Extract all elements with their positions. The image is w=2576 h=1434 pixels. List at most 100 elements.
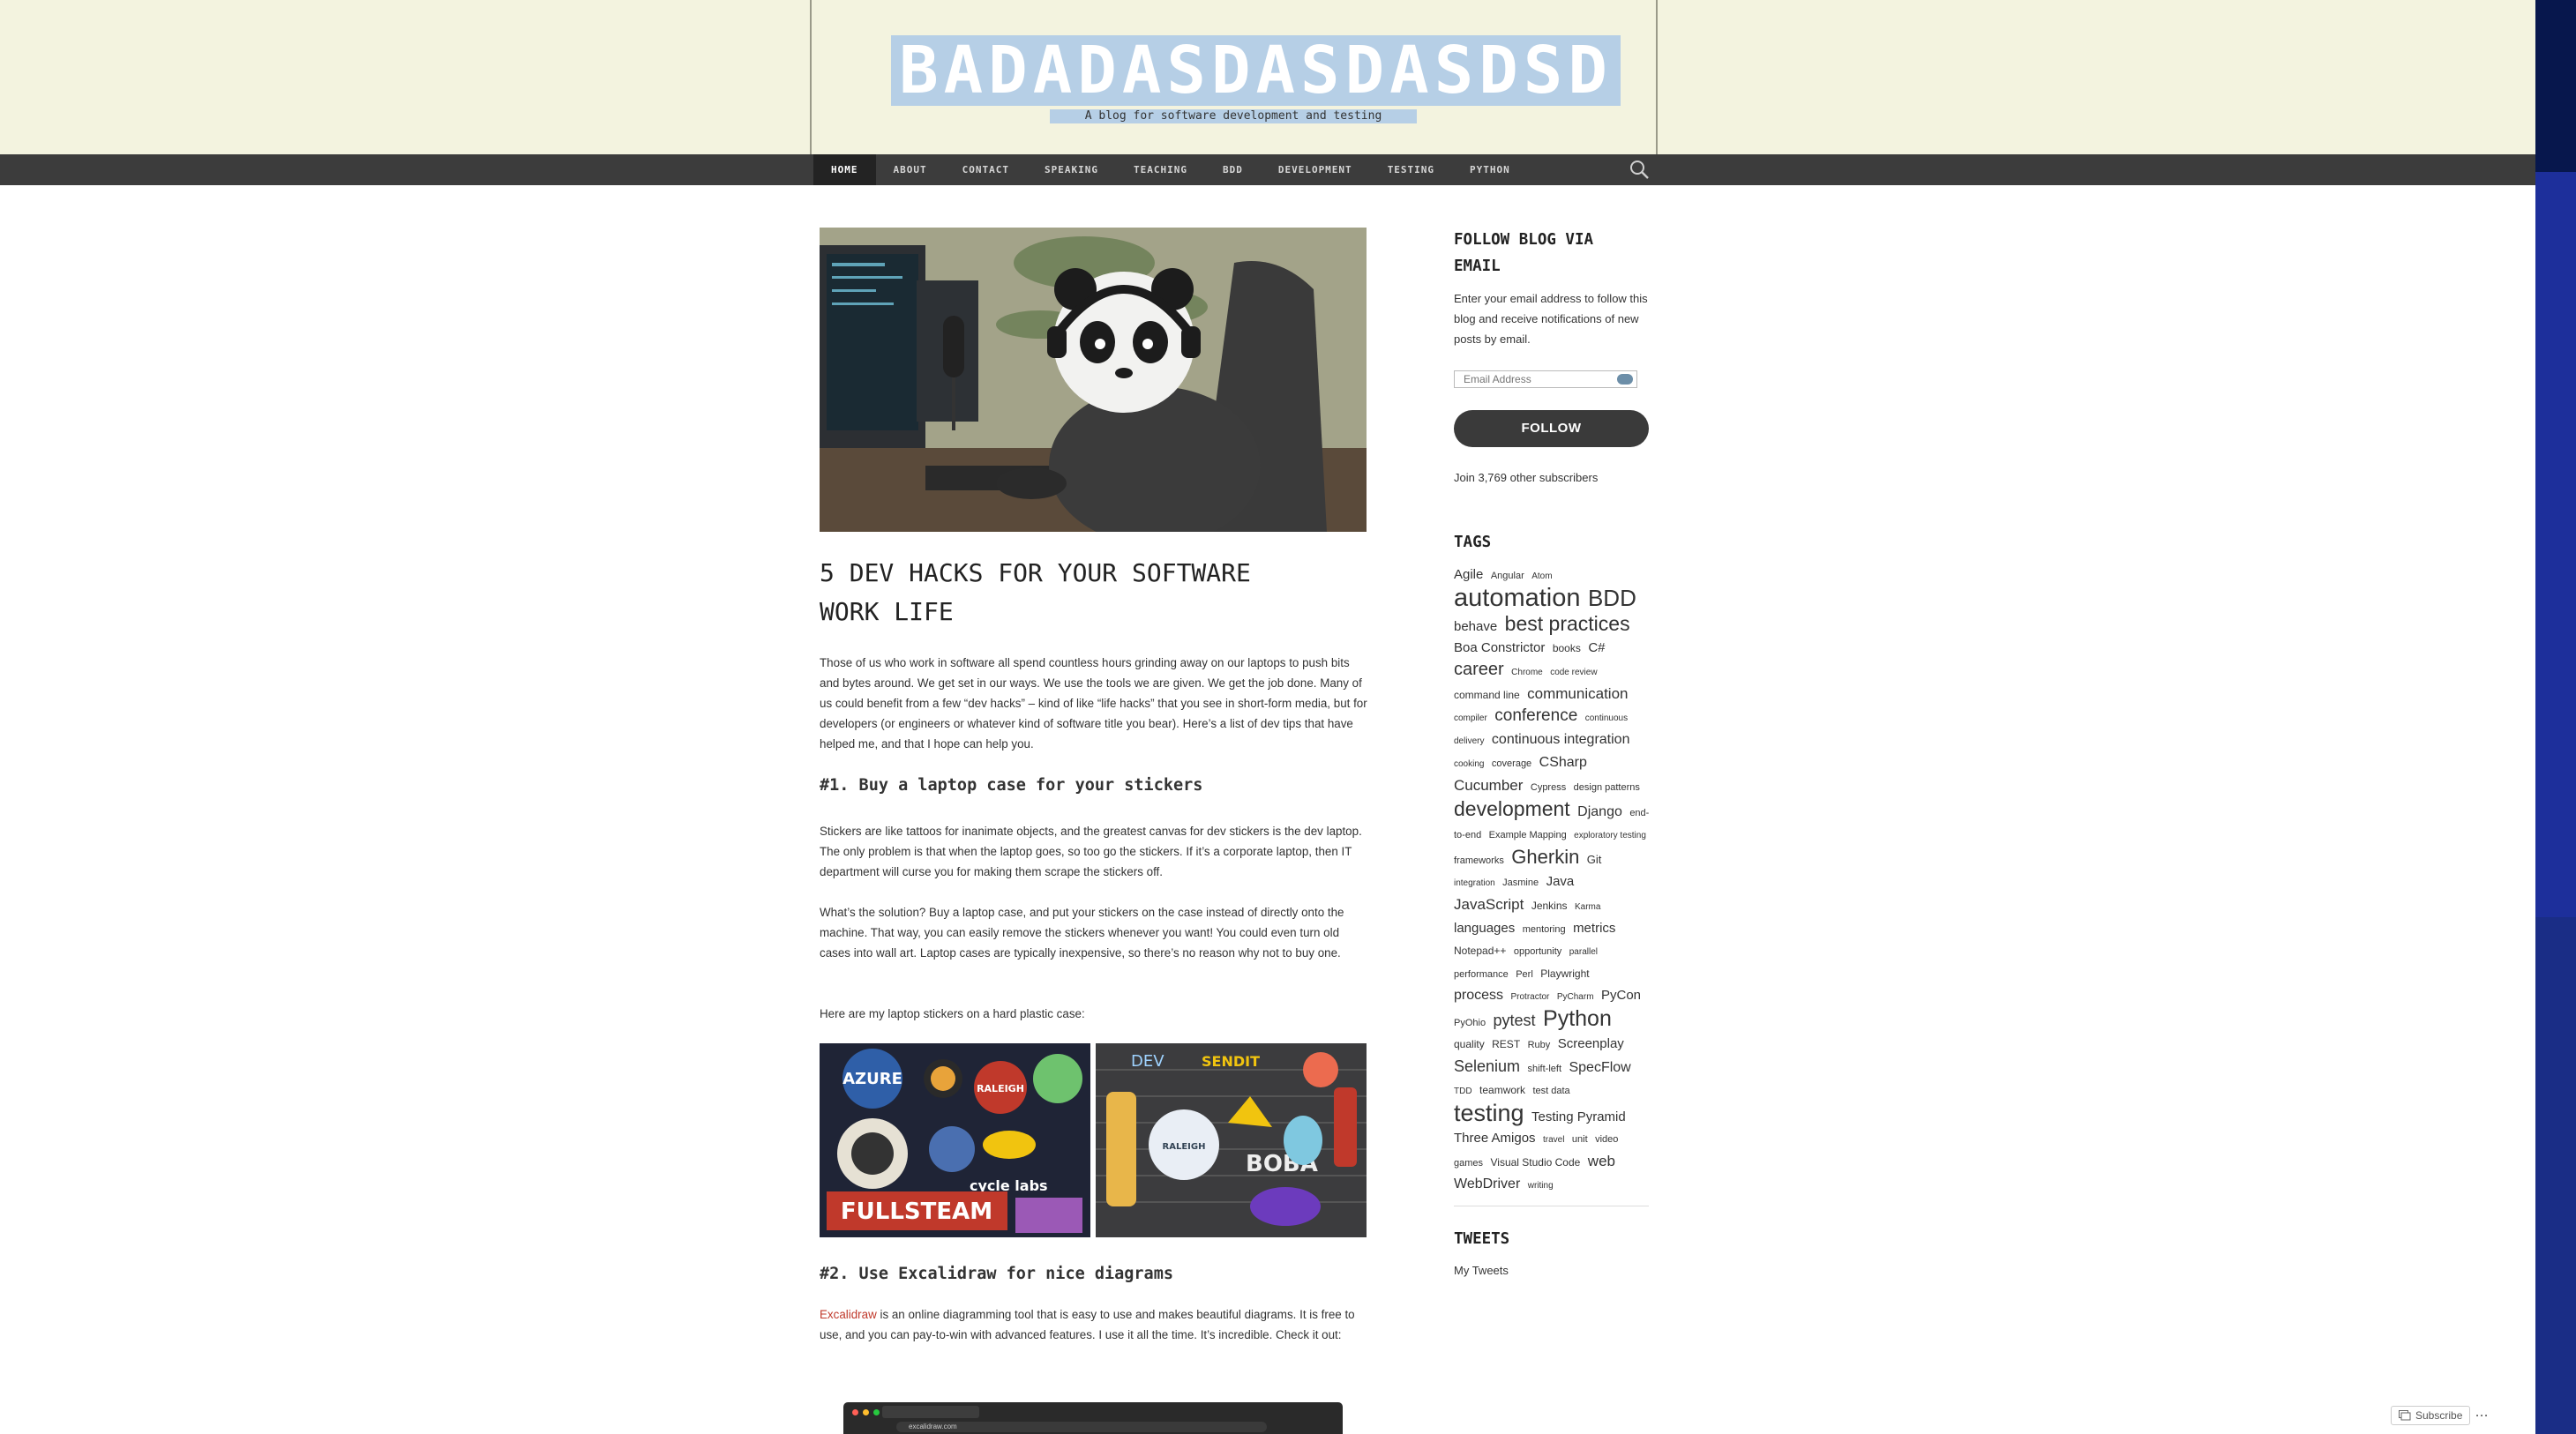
tag-link[interactable]: quality: [1454, 1038, 1485, 1050]
laptop-stickers-image-2[interactable]: DEV SENDIT RALEIGH BOBA: [1096, 1043, 1367, 1237]
tag-link[interactable]: career: [1454, 660, 1504, 679]
tag-link[interactable]: development: [1454, 797, 1570, 820]
search-icon[interactable]: [1629, 159, 1650, 180]
subscribe-button[interactable]: Subscribe: [2391, 1406, 2471, 1425]
tag-link[interactable]: Agile: [1454, 567, 1483, 582]
nav-item-speaking[interactable]: SPEAKING: [1027, 154, 1116, 185]
tag-link[interactable]: writing: [1528, 1181, 1554, 1191]
tag-link[interactable]: Perl: [1516, 969, 1533, 980]
tag-link[interactable]: conference: [1494, 706, 1577, 725]
tag-link[interactable]: Chrome: [1511, 668, 1543, 677]
my-tweets-link[interactable]: My Tweets: [1454, 1260, 1648, 1281]
tag-link[interactable]: Three Amigos: [1454, 1131, 1536, 1146]
laptop-stickers-image-1[interactable]: AZURE RALEIGH cycle labs FULLSTEAM: [820, 1043, 1090, 1237]
tag-link[interactable]: Git: [1587, 853, 1602, 866]
tag-link[interactable]: exploratory testing: [1574, 831, 1646, 840]
tag-link[interactable]: coverage: [1492, 758, 1531, 769]
tag-link[interactable]: test data: [1532, 1086, 1569, 1096]
tag-link[interactable]: shift-left: [1528, 1064, 1562, 1074]
tag-link[interactable]: TDD: [1454, 1087, 1472, 1096]
tag-link[interactable]: Selenium: [1454, 1057, 1520, 1075]
tag-link[interactable]: PyCon: [1601, 988, 1641, 1003]
tag-link[interactable]: Ruby: [1528, 1040, 1551, 1050]
tag-link[interactable]: Java: [1546, 874, 1575, 889]
tag-link[interactable]: SpecFlow: [1569, 1060, 1630, 1075]
tag-link[interactable]: pytest: [1494, 1012, 1536, 1029]
tag-link[interactable]: compiler: [1454, 713, 1487, 723]
tag-link[interactable]: mentoring: [1523, 924, 1566, 935]
nav-item-contact[interactable]: CONTACT: [945, 154, 1027, 185]
tag-link[interactable]: code review: [1550, 668, 1597, 677]
tag-link[interactable]: books: [1553, 642, 1581, 654]
tag-link[interactable]: continuous integration: [1492, 732, 1630, 747]
svg-text:RALEIGH: RALEIGH: [1163, 1142, 1206, 1152]
tag-link[interactable]: best practices: [1505, 612, 1630, 635]
tag-link[interactable]: unit: [1572, 1134, 1588, 1145]
excalidraw-link[interactable]: Excalidraw: [820, 1308, 877, 1321]
nav-item-testing[interactable]: TESTING: [1370, 154, 1452, 185]
tag-link[interactable]: Cypress: [1531, 782, 1566, 793]
tag-link[interactable]: frameworks: [1454, 855, 1504, 866]
tag-link[interactable]: integration: [1454, 878, 1495, 888]
tag-link[interactable]: Karma: [1575, 902, 1600, 912]
tag-link[interactable]: process: [1454, 988, 1503, 1003]
tag-link[interactable]: REST: [1492, 1038, 1520, 1050]
tag-link[interactable]: PyOhio: [1454, 1018, 1486, 1028]
tag-link[interactable]: opportunity: [1514, 946, 1561, 957]
tag-link[interactable]: languages: [1454, 921, 1515, 936]
tag-link[interactable]: Boa Constrictor: [1454, 640, 1545, 655]
tag-link[interactable]: C#: [1588, 640, 1605, 655]
tag-link[interactable]: testing: [1454, 1100, 1524, 1126]
tag-link[interactable]: performance: [1454, 969, 1509, 980]
tag-link[interactable]: PyCharm: [1557, 992, 1594, 1002]
tag-link[interactable]: JavaScript: [1454, 896, 1524, 913]
email-field[interactable]: [1455, 371, 1605, 387]
tag-link[interactable]: Playwright: [1540, 967, 1589, 980]
tag-link[interactable]: travel: [1543, 1135, 1564, 1145]
follow-button[interactable]: FOLLOW: [1454, 410, 1649, 447]
tag-cloud: Agile Angular Atom automation BDD behave…: [1454, 564, 1650, 1197]
tags-widget-title: TAGS: [1454, 534, 1492, 551]
tag-link[interactable]: Cucumber: [1454, 777, 1523, 794]
svg-text:RALEIGH: RALEIGH: [977, 1083, 1024, 1094]
tag-link[interactable]: communication: [1527, 685, 1628, 702]
tag-link[interactable]: behave: [1454, 619, 1497, 634]
tag-link[interactable]: Jenkins: [1531, 900, 1568, 912]
tag-link[interactable]: BDD: [1588, 585, 1636, 611]
tag-link[interactable]: Example Mapping: [1489, 830, 1567, 840]
autofill-icon[interactable]: [1617, 374, 1633, 385]
tag-link[interactable]: WebDriver: [1454, 1176, 1520, 1191]
nav-item-home[interactable]: HOME: [813, 154, 876, 185]
nav-item-teaching[interactable]: TEACHING: [1116, 154, 1205, 185]
nav-item-development[interactable]: DEVELOPMENT: [1261, 154, 1370, 185]
more-options-icon[interactable]: ···: [2475, 1409, 2489, 1422]
sticker-azure-text: AZURE: [842, 1070, 902, 1088]
tag-link[interactable]: Notepad++: [1454, 945, 1506, 957]
tag-link[interactable]: automation: [1454, 584, 1581, 612]
tag-link[interactable]: parallel: [1569, 947, 1598, 957]
nav-item-python[interactable]: PYTHON: [1452, 154, 1528, 185]
tag-link[interactable]: Testing Pyramid: [1531, 1109, 1626, 1124]
tag-link[interactable]: Visual Studio Code: [1490, 1156, 1580, 1169]
post-title[interactable]: 5 DEV HACKS FOR YOUR SOFTWARE WORK LIFE: [820, 554, 1314, 631]
nav-item-bdd[interactable]: BDD: [1205, 154, 1261, 185]
tag-link[interactable]: Atom: [1531, 571, 1552, 581]
site-title[interactable]: BADADASDASDASDSD: [891, 35, 1621, 106]
tag-link[interactable]: Screenplay: [1558, 1036, 1624, 1051]
tag-link[interactable]: command line: [1454, 689, 1520, 701]
tag-link[interactable]: Jasmine: [1502, 878, 1539, 888]
tag-link[interactable]: Angular: [1491, 571, 1524, 581]
excalidraw-screenshot[interactable]: excalidraw.com: [843, 1402, 1343, 1434]
tag-link[interactable]: cooking: [1454, 759, 1484, 769]
tag-link[interactable]: CSharp: [1539, 755, 1587, 770]
tag-link[interactable]: web: [1588, 1153, 1615, 1169]
tag-link[interactable]: Gherkin: [1511, 846, 1579, 868]
post-hero-image[interactable]: [820, 228, 1367, 532]
tag-link[interactable]: design patterns: [1574, 782, 1640, 793]
nav-item-about[interactable]: ABOUT: [876, 154, 945, 185]
tag-link[interactable]: Protractor: [1510, 992, 1549, 1002]
tag-link[interactable]: metrics: [1573, 921, 1615, 936]
tag-link[interactable]: teamwork: [1479, 1084, 1525, 1096]
tag-link[interactable]: Django: [1577, 804, 1622, 819]
tag-link[interactable]: Python: [1543, 1006, 1612, 1031]
